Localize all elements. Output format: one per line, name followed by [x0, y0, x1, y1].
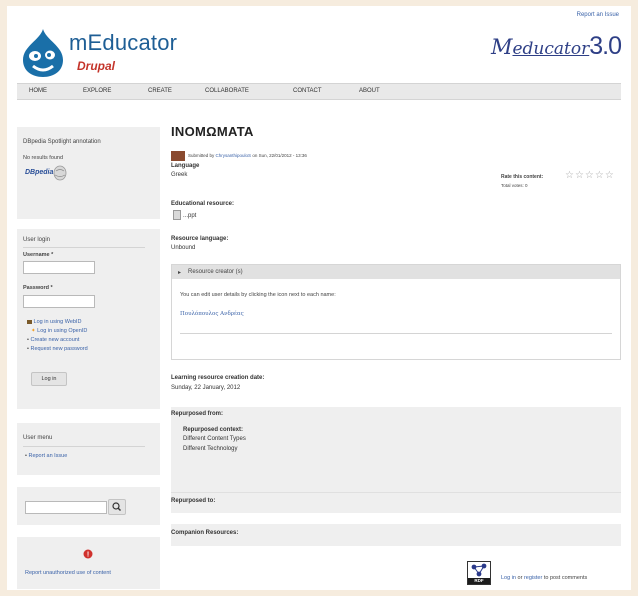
spotlight-block: DBpedia Spotlight annotation No results … [17, 127, 160, 219]
drupal-drop-icon [23, 29, 63, 77]
footer-login-link[interactable]: Log in [501, 575, 516, 581]
creation-date-label: Learning resource creation date: [171, 375, 265, 381]
webid-icon [27, 319, 32, 324]
login-button[interactable]: Log in [31, 372, 67, 386]
user-menu-title: User menu [23, 435, 53, 441]
comment-footer: Log in or register to post comments [501, 575, 588, 581]
nav-explore[interactable]: EXPLORE [83, 88, 111, 94]
creation-date-value: Sunday, 22 January, 2012 [171, 385, 241, 391]
rdf-icon[interactable]: RDF [467, 561, 491, 585]
dbpedia-logo[interactable]: DBpedia [25, 165, 67, 183]
resource-language-label: Resource language: [171, 236, 229, 242]
magnifier-icon [112, 502, 121, 511]
search-button[interactable] [108, 499, 126, 515]
dbpedia-globe-icon [53, 165, 67, 181]
footer-register-link[interactable]: register [524, 575, 542, 581]
total-votes: Total votes: 0 [501, 183, 528, 188]
spotlight-title: DBpedia Spotlight annotation [23, 139, 101, 145]
username-input[interactable] [23, 261, 95, 274]
rate-label: Rate this content: [501, 174, 544, 180]
page-title: INOMΩMATA [171, 124, 254, 139]
create-account-link[interactable]: • Create new account [27, 337, 79, 343]
repurposed-from-section: Repurposed from: Repurposed context: Dif… [171, 407, 621, 493]
nav-contact[interactable]: CONTACT [293, 88, 322, 94]
user-menu-block: User menu • Report an Issue [17, 423, 160, 475]
collapse-triangle-icon: ▸ [178, 270, 182, 276]
repurposed-to-section: Repurposed to: [171, 492, 621, 513]
report-unauthorized-block: ! Report unauthorized use of content [17, 537, 160, 589]
search-block [17, 487, 160, 525]
creators-hint: You can edit user details by clicking th… [180, 292, 336, 298]
divider [23, 247, 145, 248]
webid-login-link[interactable]: Log in using WebID [27, 319, 81, 325]
resource-language-value[interactable]: Unbound [171, 245, 195, 251]
spotlight-no-results: No results found [23, 155, 64, 161]
bullet-icon: • [25, 453, 27, 459]
main-nav: HOME EXPLORE CREATE COLLABORATE CONTACT … [17, 83, 621, 100]
bullet-icon: • [27, 337, 29, 343]
nav-home[interactable]: HOME [29, 88, 47, 94]
resource-creators-fieldset: ▸ Resource creator (s) You can edit user… [171, 264, 621, 360]
report-unauthorized-link[interactable]: Report unauthorized use of content [25, 570, 111, 576]
file-icon [173, 210, 181, 220]
username-label: Username * [23, 252, 54, 258]
rdf-graph-icon [471, 563, 487, 577]
nav-collaborate[interactable]: COLLABORATE [205, 88, 249, 94]
meducator-logo: Meducator3.0 [490, 32, 622, 60]
author-avatar [171, 151, 185, 161]
report-issue-link-top[interactable]: Report an Issue [577, 12, 619, 18]
svg-text:!: ! [87, 552, 89, 559]
page: Report an Issue mEducator Drupal Meducat… [7, 6, 631, 590]
request-password-link[interactable]: • Request new password [27, 346, 88, 352]
openid-icon: ✦ [31, 328, 36, 334]
search-input[interactable] [25, 501, 107, 514]
brand-name: mEducator [69, 30, 178, 55]
user-login-block: User login Username * Password * Log in … [17, 229, 160, 409]
nav-create[interactable]: CREATE [148, 88, 172, 94]
password-label: Password * [23, 285, 53, 291]
resource-creators-header[interactable]: ▸ Resource creator (s) [172, 265, 620, 279]
repurposed-context-label: Repurposed context: [183, 427, 244, 433]
repurposed-context-item: Different Content Types [183, 436, 246, 442]
edu-resource-label: Educational resource: [171, 201, 235, 207]
repurposed-to-label: Repurposed to: [171, 498, 216, 504]
creator-name-link[interactable]: Πουλόπουλος Ανδρέας [180, 311, 244, 317]
drupal-wordmark: Drupal [77, 59, 116, 73]
repurposed-from-label: Repurposed from: [171, 411, 224, 417]
login-title: User login [23, 237, 51, 243]
openid-login-link[interactable]: ✦ Log in using OpenID [31, 328, 87, 334]
bullet-icon: • [27, 346, 29, 352]
repurposed-context-item: Different Technology [183, 446, 238, 452]
user-menu-report-link[interactable]: • Report an Issue [25, 453, 67, 459]
password-input[interactable] [23, 295, 95, 308]
nav-about[interactable]: ABOUT [359, 88, 380, 94]
companion-resources-label: Companion Resources: [171, 530, 239, 536]
submitted-line: Submitted by ChrysanthipouloS on Sun, 22… [188, 153, 307, 158]
language-value: Greek [171, 172, 188, 178]
companion-resources-section: Companion Resources: [171, 524, 621, 546]
star-rating[interactable]: ☆☆☆☆☆ [565, 170, 615, 181]
author-link[interactable]: ChrysanthipouloS [216, 153, 252, 158]
warning-icon: ! [83, 549, 93, 559]
edu-resource-file-link[interactable]: ...ppt [183, 213, 196, 219]
divider [180, 333, 612, 334]
divider [23, 446, 145, 447]
language-label: Language [171, 163, 200, 169]
